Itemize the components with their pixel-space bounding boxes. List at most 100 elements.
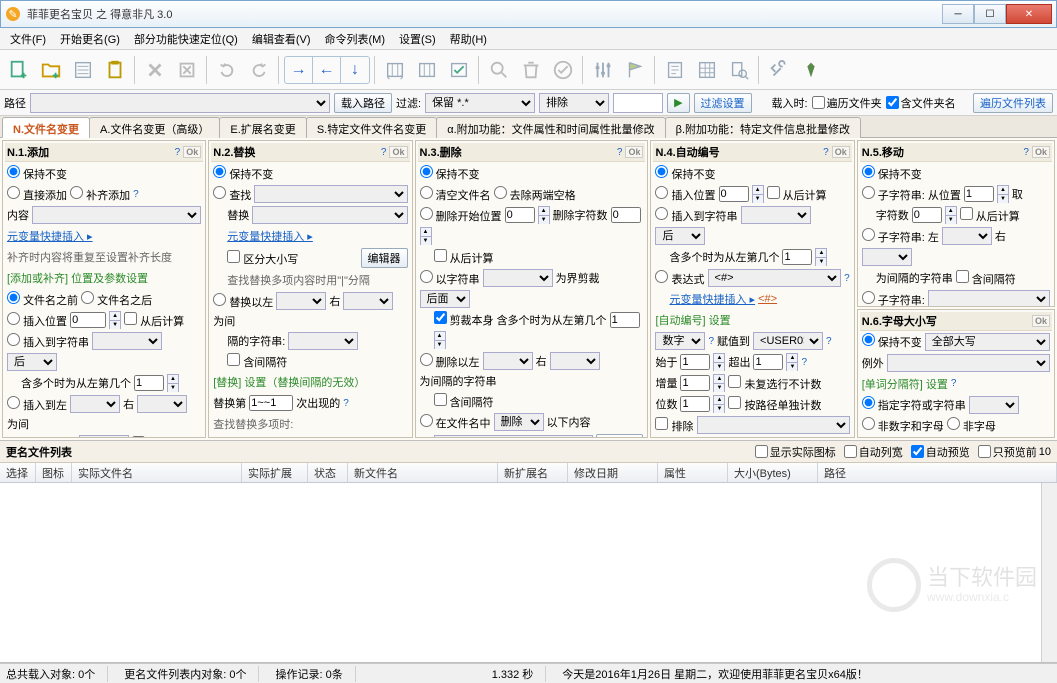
n6-nondigit[interactable]: 非数字和字母 <box>862 417 944 434</box>
n6-nonchar[interactable]: 非字母 <box>947 417 996 434</box>
n2-editor[interactable]: 编辑器 <box>361 248 408 268</box>
menu-quick[interactable]: 部分功能快速定位(Q) <box>128 29 244 49</box>
n5-substr3-sel[interactable] <box>928 290 1050 307</box>
play-button[interactable]: ▶ <box>667 93 689 113</box>
n5-pos-spin[interactable] <box>964 186 994 202</box>
n3-delchars-spin[interactable] <box>611 207 641 223</box>
n1-direct[interactable]: 直接添加 <box>7 186 67 203</box>
n4-varlink[interactable]: 元变量快捷插入 ▸ <box>669 291 755 307</box>
n2-find[interactable]: 查找 <box>213 186 251 203</box>
tab-a[interactable]: A.文件名变更（高级） <box>89 117 220 138</box>
onlyprev-check[interactable]: 只预览前 10 <box>978 444 1051 460</box>
col-status[interactable]: 状态 <box>308 463 348 482</box>
n4-expr-sel[interactable]: <#> <box>708 269 842 287</box>
n1-right-sel[interactable] <box>137 395 187 413</box>
n3-keep[interactable]: 保持不变 <box>420 165 480 182</box>
col-date[interactable]: 修改日期 <box>568 463 658 482</box>
help-icon[interactable]: ? <box>1023 147 1029 158</box>
col-newext[interactable]: 新扩展名 <box>498 463 568 482</box>
n1-inspos[interactable]: 插入位置 <box>7 312 67 329</box>
n6-case-sel[interactable]: 全部大写 <box>925 333 1050 351</box>
n1-fromend[interactable]: 从后计算 <box>124 312 184 329</box>
showicon-check[interactable]: 显示实际图标 <box>755 444 836 460</box>
n5-substr3[interactable]: 子字符串: <box>862 291 925 307</box>
n2-repnum[interactable] <box>249 395 293 411</box>
help-icon[interactable]: ? <box>826 336 832 347</box>
n3-cropself[interactable]: 剪裁本身 <box>434 311 494 328</box>
autoprev-check[interactable]: 自动预览 <box>911 444 970 460</box>
scrollbar[interactable] <box>1041 483 1057 662</box>
n3-delsel[interactable]: 删除 <box>494 413 544 431</box>
tab-e[interactable]: E.扩展名变更 <box>219 117 306 138</box>
help-icon[interactable]: ? <box>951 378 957 389</box>
help-icon[interactable]: ? <box>133 189 139 200</box>
n1-inspos-spin[interactable] <box>70 312 106 328</box>
n3-multi-spin[interactable] <box>610 312 640 328</box>
n5-incdelim[interactable]: 含间隔符 <box>956 270 1016 287</box>
n2-repleft[interactable]: 替换以左 <box>213 293 273 310</box>
n3-fromend[interactable]: 从后计算 <box>434 249 494 266</box>
n2-right-sel[interactable] <box>343 292 393 310</box>
n3-bystr-sel[interactable] <box>483 269 553 287</box>
n4-type-sel[interactable]: 数字 <box>655 332 705 350</box>
n4-insstr-sel[interactable] <box>741 206 811 224</box>
list-button[interactable] <box>68 55 98 85</box>
n3-delleft[interactable]: 删除以左 <box>420 353 480 370</box>
path-select[interactable] <box>30 93 330 113</box>
n1-left-sel[interactable] <box>70 395 120 413</box>
n1-pad[interactable]: 补齐添加 <box>70 186 130 203</box>
n5-substr[interactable]: 子字符串: 从位置 <box>862 186 961 203</box>
filterset-button[interactable]: 过滤设置 <box>694 93 752 113</box>
list-body[interactable]: 当下软件园www.downxia.c <box>0 483 1057 663</box>
n1-delim-sel[interactable]: 后 <box>79 435 129 438</box>
n3-content-sel[interactable] <box>434 435 594 438</box>
n4-exclude-sel[interactable] <box>697 416 850 434</box>
col-sel[interactable]: 选择 <box>0 463 36 482</box>
n1-content-select[interactable] <box>32 206 201 224</box>
col-ext[interactable]: 实际扩展名 <box>242 463 308 482</box>
n3-infile[interactable]: 在文件名中 <box>420 414 491 431</box>
check-table-button[interactable] <box>444 55 474 85</box>
n4-dir-sel[interactable]: 后 <box>655 227 705 245</box>
n4-multi-spin[interactable] <box>782 249 812 265</box>
redo-button[interactable] <box>244 55 274 85</box>
n4-custom[interactable]: 自定义 <box>733 438 782 439</box>
help-icon[interactable]: ? <box>823 147 829 158</box>
incfolder-check[interactable]: 含文件夹名 <box>886 95 956 111</box>
n1-incdelim[interactable]: 含间隔符 <box>132 436 192 439</box>
help-icon[interactable]: ? <box>381 147 387 158</box>
n1-before[interactable]: 文件名之前 <box>7 291 78 308</box>
col-actual[interactable]: 实际文件名 <box>72 463 242 482</box>
arrow-down-button[interactable]: ↓ <box>341 57 369 83</box>
n3-left-sel[interactable] <box>483 352 533 370</box>
clear-button[interactable] <box>172 55 202 85</box>
menu-file[interactable]: 文件(F) <box>4 29 52 49</box>
preview-button[interactable] <box>724 55 754 85</box>
help-icon[interactable]: ? <box>343 398 349 409</box>
help-icon[interactable]: ? <box>175 147 181 158</box>
n4-incr-spin[interactable] <box>680 375 710 391</box>
menu-view[interactable]: 编辑查看(V) <box>246 29 317 49</box>
n4-exclude[interactable]: 排除 <box>655 417 693 434</box>
n3-bystr[interactable]: 以字符串 <box>420 270 480 287</box>
col-newname[interactable]: 新文件名 <box>348 463 498 482</box>
n4-inspos[interactable]: 插入位置 <box>655 186 715 203</box>
n1-varlink[interactable]: 元变量快捷插入 ▸ <box>7 228 93 244</box>
check-button[interactable] <box>548 55 578 85</box>
tab-beta[interactable]: β.附加功能：特定文件信息批量修改 <box>665 117 861 138</box>
n3-clear[interactable]: 清空文件名 <box>420 186 491 203</box>
n3-right-sel[interactable] <box>550 352 600 370</box>
n5-chars-spin[interactable] <box>912 207 942 223</box>
n6-specchar[interactable]: 指定字符或字符串 <box>862 396 966 413</box>
n2-case[interactable]: 区分大小写 <box>227 250 298 267</box>
load-path-button[interactable]: 载入路径 <box>334 93 392 113</box>
n4-expr[interactable]: 表达式 <box>655 270 704 287</box>
tab-alpha[interactable]: α.附加功能：文件属性和时间属性批量修改 <box>436 117 665 138</box>
menu-start[interactable]: 开始更名(G) <box>54 29 126 49</box>
menu-cmd[interactable]: 命令列表(M) <box>319 29 392 49</box>
tools-button[interactable] <box>764 55 794 85</box>
n4-start-spin[interactable] <box>680 354 710 370</box>
n3-delfrom-spin[interactable] <box>505 207 535 223</box>
arrow-right-button[interactable]: → <box>285 57 313 83</box>
arrow-left-button[interactable]: ← <box>313 57 341 83</box>
